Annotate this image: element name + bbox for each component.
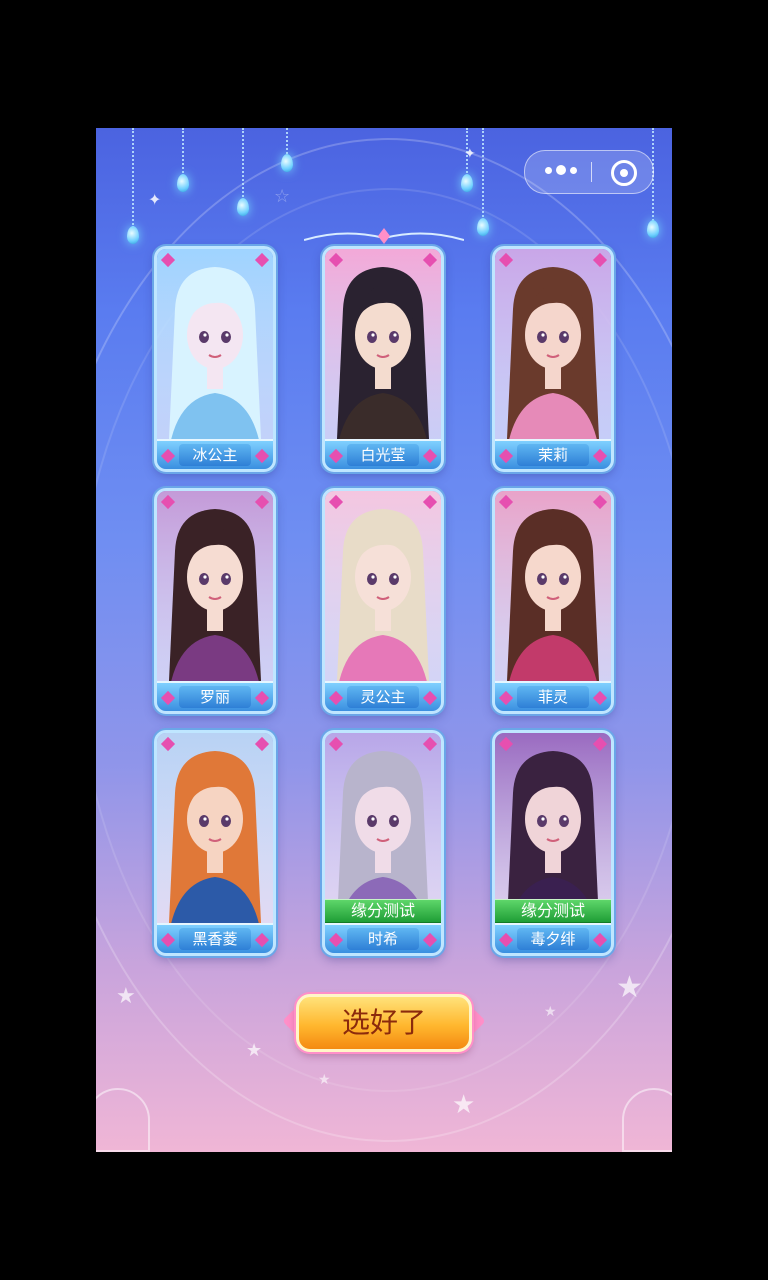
gem-icon: [592, 932, 608, 948]
star-icon: ☆: [274, 186, 291, 207]
character-name: 罗丽: [179, 686, 251, 708]
water-drop-icon: [477, 218, 489, 236]
star-icon: ★: [318, 1072, 331, 1088]
star-icon: ★: [452, 1090, 476, 1120]
character-portrait: [495, 491, 611, 711]
water-drop-icon: [461, 174, 473, 192]
gem-icon: [328, 448, 344, 464]
corner-ornament: [622, 1088, 672, 1152]
star-icon: ★: [116, 984, 136, 1009]
gem-icon: [422, 932, 438, 948]
name-plate: 灵公主: [325, 681, 441, 711]
fate-test-badge[interactable]: 缘分测试: [325, 899, 441, 923]
gem-icon: [160, 448, 176, 464]
name-plate: 菲灵: [495, 681, 611, 711]
corner-ornament: [96, 1088, 150, 1152]
character-name: 毒夕绯: [517, 928, 589, 950]
gem-icon: [160, 690, 176, 706]
character-name: 茉莉: [517, 444, 589, 466]
gem-icon: [498, 690, 514, 706]
hanging-chain: [132, 128, 136, 228]
character-card[interactable]: 灵公主: [322, 488, 444, 714]
character-name: 灵公主: [347, 686, 419, 708]
character-card[interactable]: 缘分测试 时希: [322, 730, 444, 956]
character-select-screen: ✦ ☆ ✦ ★ ★ ★ ★ ★ ★ 冰公主 白光莹 茉莉罗丽 灵公主 菲灵黑香菱 缘分测试…: [96, 128, 672, 1152]
sparkle-icon: ✦: [464, 146, 476, 162]
star-icon: ★: [616, 970, 643, 1005]
character-name: 黑香菱: [179, 928, 251, 950]
close-target-icon[interactable]: [611, 160, 637, 186]
mini-program-capsule: [524, 150, 654, 194]
confirm-button[interactable]: 选好了: [296, 994, 472, 1052]
sparkle-icon: ✦: [148, 190, 162, 209]
name-plate: 黑香菱: [157, 923, 273, 953]
hanging-chain: [242, 128, 246, 208]
water-drop-icon: [237, 198, 249, 216]
name-plate: 时希: [325, 923, 441, 953]
more-dots-icon[interactable]: [545, 165, 577, 175]
gem-icon: [422, 448, 438, 464]
character-card[interactable]: 菲灵: [492, 488, 614, 714]
gem-icon: [498, 932, 514, 948]
gem-icon: [160, 932, 176, 948]
character-portrait: [495, 249, 611, 469]
gem-icon: [254, 932, 270, 948]
star-icon: ★: [544, 1004, 557, 1020]
character-card[interactable]: 茉莉: [492, 246, 614, 472]
gem-icon: [592, 690, 608, 706]
confirm-button-wrap: 选好了: [282, 990, 486, 1056]
character-name: 时希: [347, 928, 419, 950]
gem-icon: [254, 448, 270, 464]
character-portrait: [157, 733, 273, 953]
character-card[interactable]: 白光莹: [322, 246, 444, 472]
water-drop-icon: [647, 220, 659, 238]
name-plate: 白光莹: [325, 439, 441, 469]
character-portrait: [325, 249, 441, 469]
character-portrait: [157, 491, 273, 711]
name-plate: 茉莉: [495, 439, 611, 469]
water-drop-icon: [177, 174, 189, 192]
name-plate: 毒夕绯: [495, 923, 611, 953]
character-name: 菲灵: [517, 686, 589, 708]
name-plate: 罗丽: [157, 681, 273, 711]
character-card[interactable]: 黑香菱: [154, 730, 276, 956]
gem-icon: [328, 932, 344, 948]
gem-icon: [422, 690, 438, 706]
water-drop-icon: [127, 226, 139, 244]
star-icon: ★: [246, 1040, 263, 1061]
character-card[interactable]: 缘分测试 毒夕绯: [492, 730, 614, 956]
water-drop-icon: [281, 154, 293, 172]
gem-icon: [498, 448, 514, 464]
character-portrait: [325, 491, 441, 711]
header-ornament: [304, 228, 464, 244]
hanging-chain: [482, 128, 486, 228]
capsule-divider: [591, 162, 592, 182]
character-card[interactable]: 罗丽: [154, 488, 276, 714]
fate-test-badge[interactable]: 缘分测试: [495, 899, 611, 923]
gem-icon: [328, 690, 344, 706]
name-plate: 冰公主: [157, 439, 273, 469]
gem-icon: [592, 448, 608, 464]
character-name: 白光莹: [347, 444, 419, 466]
character-name: 冰公主: [179, 444, 251, 466]
gem-icon: [254, 690, 270, 706]
character-portrait: [157, 249, 273, 469]
character-card[interactable]: 冰公主: [154, 246, 276, 472]
